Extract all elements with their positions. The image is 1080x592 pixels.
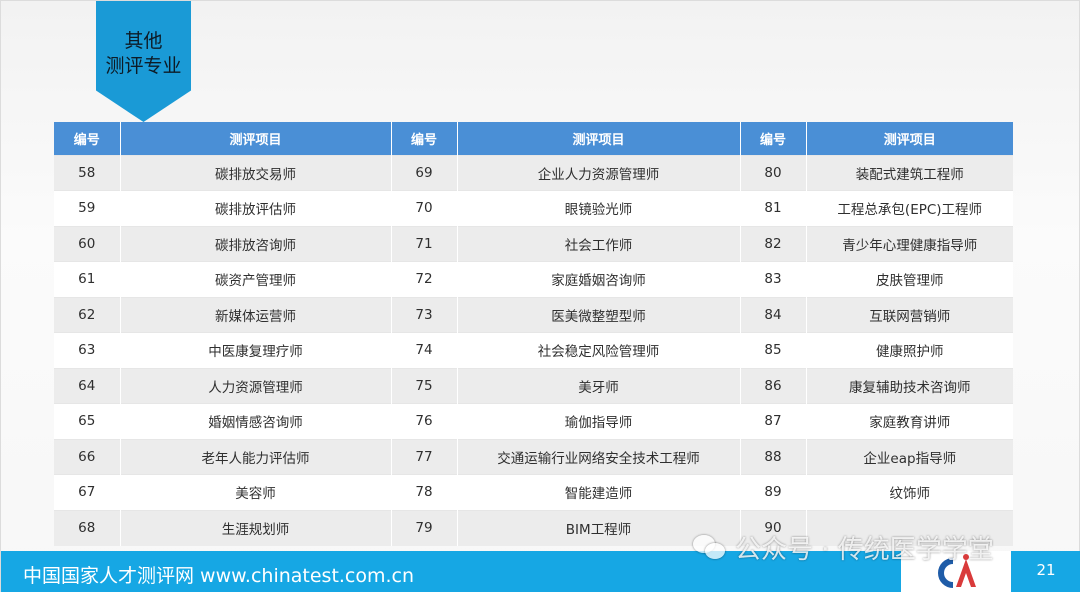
item-number-cell: 82 bbox=[740, 225, 807, 262]
item-number-cell: 88 bbox=[740, 438, 807, 475]
item-name-cell: 皮肤管理师 bbox=[806, 261, 1013, 297]
item-number-cell: 79 bbox=[391, 509, 458, 546]
item-name-cell: 纹饰师 bbox=[806, 474, 1013, 510]
item-number-cell: 64 bbox=[54, 367, 121, 404]
item-number-cell: 83 bbox=[740, 261, 807, 297]
item-name-cell: 瑜伽指导师 bbox=[457, 403, 741, 439]
item-name-cell: 交通运输行业网络安全技术工程师 bbox=[457, 438, 741, 475]
table-row: 65 婚姻情感咨询师 76 瑜伽指导师 87 家庭教育讲师 bbox=[54, 403, 1013, 439]
item-name-cell: 美容师 bbox=[120, 474, 392, 510]
table-row: 61 碳资产管理师 72 家庭婚姻咨询师 83 皮肤管理师 bbox=[54, 261, 1013, 297]
item-number-cell: 63 bbox=[54, 332, 121, 368]
column-header: 测评项目 bbox=[120, 122, 392, 155]
item-name-cell: 工程总承包(EPC)工程师 bbox=[806, 190, 1013, 226]
item-number-cell: 80 bbox=[740, 154, 807, 191]
item-name-cell: 碳排放咨询师 bbox=[120, 225, 392, 262]
item-name-cell: 生涯规划师 bbox=[120, 509, 392, 546]
item-number-cell: 73 bbox=[391, 296, 458, 333]
table-row: 62 新媒体运营师 73 医美微整塑型师 84 互联网营销师 bbox=[54, 296, 1013, 333]
item-number-cell: 85 bbox=[740, 332, 807, 368]
item-number-cell: 60 bbox=[54, 225, 121, 262]
item-number-cell: 74 bbox=[391, 332, 458, 368]
item-name-cell: 碳资产管理师 bbox=[120, 261, 392, 297]
item-name-cell: 家庭婚姻咨询师 bbox=[457, 261, 741, 297]
item-name-cell: 人力资源管理师 bbox=[120, 367, 392, 404]
section-ribbon-label: 其他 测评专业 bbox=[96, 29, 191, 79]
column-header: 编号 bbox=[740, 122, 807, 155]
item-number-cell: 70 bbox=[391, 190, 458, 226]
table-row: 60 碳排放咨询师 71 社会工作师 82 青少年心理健康指导师 bbox=[54, 225, 1013, 262]
item-name-cell: 健康照护师 bbox=[806, 332, 1013, 368]
assessment-table: 编号 测评项目 编号 测评项目 编号 测评项目 58 碳排放交易师 69 企业人力资源… bbox=[54, 122, 1013, 546]
footer-site-text: 中国国家人才测评网 www.chinatest.com.cn bbox=[23, 565, 415, 587]
column-header: 测评项目 bbox=[806, 122, 1013, 155]
item-name-cell: 青少年心理健康指导师 bbox=[806, 225, 1013, 262]
item-name-cell: 社会稳定风险管理师 bbox=[457, 332, 741, 368]
item-name-cell: 碳排放评估师 bbox=[120, 190, 392, 226]
item-number-cell: 71 bbox=[391, 225, 458, 262]
item-number-cell: 76 bbox=[391, 403, 458, 439]
item-number-cell: 65 bbox=[54, 403, 121, 439]
item-name-cell: 企业人力资源管理师 bbox=[457, 154, 741, 191]
table-body: 58 碳排放交易师 69 企业人力资源管理师 80 装配式建筑工程师 59 碳排放评估师 70 眼… bbox=[54, 154, 1013, 546]
item-number-cell: 87 bbox=[740, 403, 807, 439]
item-name-cell: 中医康复理疗师 bbox=[120, 332, 392, 368]
item-number-cell: 68 bbox=[54, 509, 121, 546]
item-name-cell: 老年人能力评估师 bbox=[120, 438, 392, 475]
item-name-cell: 医美微整塑型师 bbox=[457, 296, 741, 333]
item-name-cell: 婚姻情感咨询师 bbox=[120, 403, 392, 439]
column-header: 编号 bbox=[391, 122, 458, 155]
table-row: 64 人力资源管理师 75 美牙师 86 康复辅助技术咨询师 bbox=[54, 367, 1013, 404]
page-number: 21 bbox=[1036, 561, 1056, 579]
ribbon-title-line1: 其他 bbox=[124, 30, 163, 52]
item-number-cell: 69 bbox=[391, 154, 458, 191]
watermark-text: 公众号 · 传统医学学堂 bbox=[735, 535, 994, 565]
item-name-cell: 家庭教育讲师 bbox=[806, 403, 1013, 439]
item-name-cell: 碳排放交易师 bbox=[120, 154, 392, 191]
item-name-cell: 眼镜验光师 bbox=[457, 190, 741, 226]
item-number-cell: 78 bbox=[391, 474, 458, 510]
item-number-cell: 59 bbox=[54, 190, 121, 226]
item-name-cell: 装配式建筑工程师 bbox=[806, 154, 1013, 191]
item-number-cell: 77 bbox=[391, 438, 458, 475]
item-number-cell: 75 bbox=[391, 367, 458, 404]
item-name-cell: 新媒体运营师 bbox=[120, 296, 392, 333]
wechat-icon bbox=[693, 533, 727, 563]
ribbon-title-line2: 测评专业 bbox=[105, 55, 182, 77]
item-number-cell: 72 bbox=[391, 261, 458, 297]
table-row: 58 碳排放交易师 69 企业人力资源管理师 80 装配式建筑工程师 bbox=[54, 154, 1013, 191]
column-header: 测评项目 bbox=[457, 122, 741, 155]
item-name-cell: 互联网营销师 bbox=[806, 296, 1013, 333]
item-number-cell: 84 bbox=[740, 296, 807, 333]
item-name-cell: 智能建造师 bbox=[457, 474, 741, 510]
slide: 其他 测评专业 编号 测评项目 编号 测评项目 编号 测评项目 58 碳排放交易师… bbox=[0, 0, 1080, 592]
watermark: 公众号 · 传统医学学堂 bbox=[693, 529, 994, 566]
table-row: 59 碳排放评估师 70 眼镜验光师 81 工程总承包(EPC)工程师 bbox=[54, 190, 1013, 226]
item-number-cell: 86 bbox=[740, 367, 807, 404]
item-name-cell: 美牙师 bbox=[457, 367, 741, 404]
item-number-cell: 81 bbox=[740, 190, 807, 226]
table-row: 67 美容师 78 智能建造师 89 纹饰师 bbox=[54, 474, 1013, 510]
column-header: 编号 bbox=[54, 122, 121, 155]
table-row: 63 中医康复理疗师 74 社会稳定风险管理师 85 健康照护师 bbox=[54, 332, 1013, 368]
item-number-cell: 67 bbox=[54, 474, 121, 510]
item-number-cell: 66 bbox=[54, 438, 121, 475]
item-number-cell: 89 bbox=[740, 474, 807, 510]
item-name-cell: 社会工作师 bbox=[457, 225, 741, 262]
item-number-cell: 58 bbox=[54, 154, 121, 191]
table-row: 66 老年人能力评估师 77 交通运输行业网络安全技术工程师 88 企业eap指导师 bbox=[54, 438, 1013, 475]
item-name-cell: 企业eap指导师 bbox=[806, 438, 1013, 475]
item-number-cell: 61 bbox=[54, 261, 121, 297]
item-name-cell: 康复辅助技术咨询师 bbox=[806, 367, 1013, 404]
table-header-row: 编号 测评项目 编号 测评项目 编号 测评项目 bbox=[54, 122, 1013, 155]
item-number-cell: 62 bbox=[54, 296, 121, 333]
